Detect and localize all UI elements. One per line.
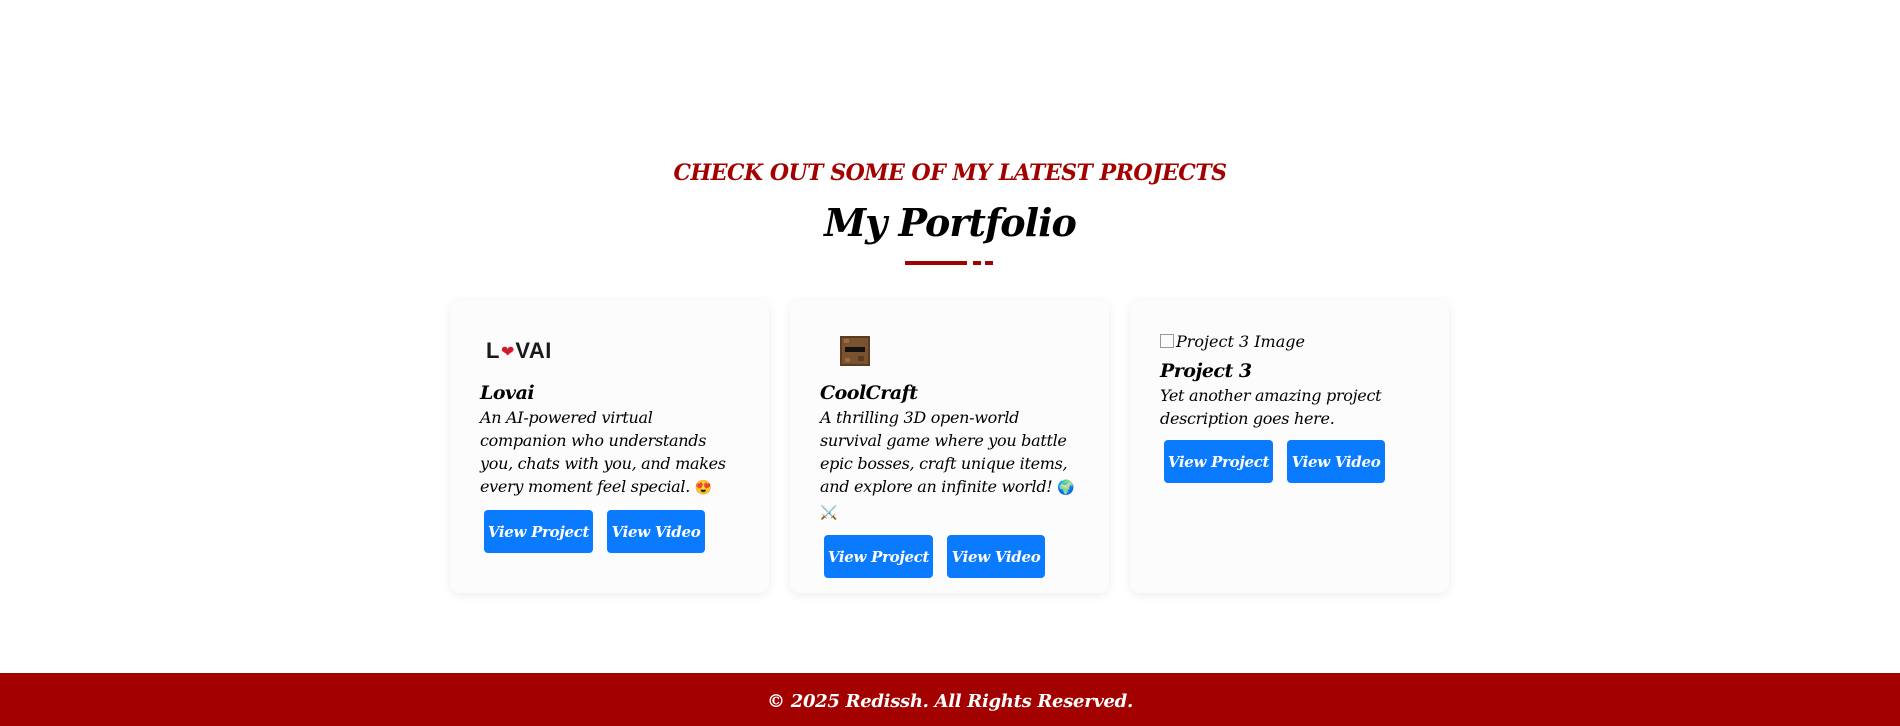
- project-actions: View Project View Video: [820, 535, 1079, 578]
- project-actions: View Project View Video: [480, 510, 739, 553]
- view-video-button[interactable]: View Video: [947, 535, 1045, 578]
- section-title: My Portfolio: [824, 200, 1077, 245]
- project-cards: L ❤ VAI Lovai An AI-powered virtual compan…: [450, 300, 1450, 593]
- portfolio-section: CHECK OUT SOME OF MY LATEST PROJECTS My …: [0, 0, 1900, 673]
- view-video-button[interactable]: View Video: [1287, 440, 1385, 483]
- project-description: An AI-powered virtual companion who unde…: [480, 408, 726, 496]
- copyright-text: © 2025 Redissh. All Rights Reserved.: [767, 691, 1133, 712]
- title-divider: [905, 261, 995, 265]
- page: CHECK OUT SOME OF MY LATEST PROJECTS My …: [0, 0, 1900, 726]
- heart-eyes-emoji: 😍: [694, 480, 712, 496]
- project-card-coolcraft: CoolCraft A thrilling 3D open-world surv…: [790, 300, 1109, 593]
- view-project-button[interactable]: View Project: [1164, 440, 1273, 483]
- project-title: CoolCraft: [820, 382, 918, 404]
- coolcraft-logo: [820, 330, 1079, 372]
- project-title: Project 3: [1160, 360, 1252, 382]
- site-footer: © 2025 Redissh. All Rights Reserved.: [0, 673, 1900, 726]
- view-project-button[interactable]: View Project: [484, 510, 593, 553]
- project-title: Lovai: [480, 382, 535, 404]
- view-video-button[interactable]: View Video: [607, 510, 705, 553]
- project-description: Yet another amazing project description …: [1160, 386, 1382, 428]
- project-card-lovai: L ❤ VAI Lovai An AI-powered virtual compan…: [450, 300, 769, 593]
- lovai-logo: L ❤ VAI: [486, 338, 552, 363]
- view-project-button[interactable]: View Project: [824, 535, 933, 578]
- broken-image-icon: [1160, 334, 1174, 348]
- dirt-block-icon: [840, 336, 870, 366]
- broken-image-placeholder: Project 3 Image: [1160, 328, 1419, 354]
- project-card-project-3: Project 3 Image Project 3 Yet another am…: [1130, 300, 1449, 593]
- heart-icon: ❤: [500, 341, 515, 361]
- project-description: A thrilling 3D open-world survival game …: [820, 408, 1075, 521]
- project-actions: View Project View Video: [1160, 440, 1419, 483]
- section-subtitle: CHECK OUT SOME OF MY LATEST PROJECTS: [673, 160, 1227, 186]
